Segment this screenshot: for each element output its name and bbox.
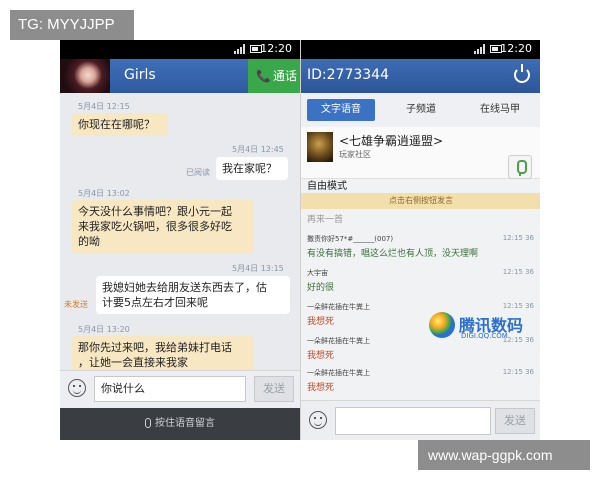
message-time: 12:15 36 <box>502 368 534 376</box>
logo-url: DIGI.QQ.COM <box>461 332 508 340</box>
mode-label: 自由模式 <box>307 181 347 192</box>
sender-name[interactable]: 一朵鲜花插在牛粪上 <box>307 336 370 346</box>
status-bar: 12:20 <box>60 40 300 59</box>
chat-message: 我想死 <box>307 317 335 327</box>
message-time: 5月4日 13:20 <box>78 325 130 334</box>
call-label: 通话 <box>272 69 297 83</box>
message-line: 今天没什么事情吧？跟小元一起 <box>78 205 232 218</box>
message-time: 5月4日 13:15 <box>232 264 284 273</box>
message-bubble-outgoing[interactable]: 我媳妇她去给朋友送东西去了，估 计要5点左右才回来呢 <box>96 276 290 314</box>
message-input-bar: 你说什么 发送 <box>60 370 300 408</box>
chat-message: 我想死 <box>307 383 335 393</box>
send-button[interactable]: 发送 <box>495 408 535 434</box>
room-name: <七雄争霸逍遥盟> <box>339 134 444 148</box>
status-time: 12:20 <box>260 42 292 55</box>
sender-name[interactable]: 撒责你好57*#______(007) <box>307 234 393 244</box>
sender-name[interactable]: 一朵鲜花插在牛粪上 <box>307 368 370 378</box>
message-time: 5月4日 13:02 <box>78 189 130 198</box>
left-phone-screen: 12:20 Girls 📞 通话 5月4日 12:15 你现在在哪呢？ 5月4日 … <box>60 40 300 440</box>
emoji-icon[interactable] <box>68 379 86 397</box>
watermark-top: TG: MYYJJPP <box>10 10 134 40</box>
message-line: ，让她一会直接来我家 <box>78 356 188 369</box>
send-button[interactable]: 发送 <box>254 376 294 402</box>
sender-name[interactable]: 大宇宙 <box>307 268 328 278</box>
right-phone-screen: 12:20 ID:2773344 文字语音 子频道 在线马甲 <七雄争霸逍遥盟>… <box>300 40 540 440</box>
unsent-status[interactable]: 未发送 <box>64 299 88 310</box>
message-line: 的呦 <box>78 235 100 248</box>
signal-icon <box>234 44 246 54</box>
message-bubble-incoming[interactable]: 今天没什么事情吧？跟小元一起 来我家吃火锅吧，很多很多好吃 的呦 <box>72 200 254 253</box>
message-bubble-incoming[interactable]: 你现在在哪呢？ <box>72 113 168 136</box>
channel-header: ID:2773344 <box>301 59 540 93</box>
chat-text-partial: 再来一首 <box>307 215 344 225</box>
tab-text-voice[interactable]: 文字语音 <box>307 99 375 121</box>
room-subtitle: 玩家社区 <box>339 150 371 159</box>
message-time: 12:15 36 <box>502 302 534 310</box>
microphone-button[interactable] <box>508 155 532 179</box>
signal-icon <box>474 44 486 54</box>
watermark-bottom: www.wap-ggpk.com <box>418 440 590 470</box>
microphone-icon <box>145 418 151 428</box>
channel-id: ID:2773344 <box>307 67 389 83</box>
chat-header: Girls 📞 通话 <box>60 59 300 93</box>
tencent-digital-logo: 腾讯数码 DIGI.QQ.COM <box>429 312 537 344</box>
power-icon[interactable] <box>514 64 530 83</box>
status-time: 12:20 <box>500 42 532 55</box>
message-time: 12:15 36 <box>502 234 534 242</box>
message-input[interactable] <box>335 407 491 435</box>
chat-title: Girls <box>124 67 156 83</box>
chat-message: 好的很 <box>307 283 335 293</box>
room-info: <七雄争霸逍遥盟> 玩家社区 <box>301 127 540 179</box>
message-line: 计要5点左右才回来呢 <box>102 296 208 309</box>
speak-hint-banner: 点击右侧按钮发言 <box>301 193 540 209</box>
voice-label: 按住语音留言 <box>155 418 215 429</box>
contact-avatar[interactable] <box>60 59 110 93</box>
room-avatar[interactable] <box>307 132 333 162</box>
message-input-bar: 发送 <box>301 400 540 440</box>
message-bubble-incoming[interactable]: 那你先过来吧，我给弟妹打电话 ，让她一会直接来我家 <box>72 336 254 374</box>
chat-message: 我想死 <box>307 351 335 361</box>
hold-to-talk-button[interactable]: 按住语音留言 <box>60 408 300 440</box>
tab-online-vest[interactable]: 在线马甲 <box>465 99 535 121</box>
emoji-icon[interactable] <box>309 411 327 429</box>
channel-tabs: 文字语音 子频道 在线马甲 <box>301 93 540 127</box>
phone-icon: 📞 <box>256 69 271 83</box>
chat-message: 有没有搞错，唱这么烂也有人顶，没天理啊 <box>307 249 479 259</box>
call-button[interactable]: 📞 通话 <box>248 59 300 93</box>
message-time: 5月4日 12:45 <box>232 145 284 154</box>
message-line: 我媳妇她去给朋友送东西去了，估 <box>102 281 267 294</box>
status-bar: 12:20 <box>301 40 540 59</box>
read-status: 已阅读 <box>186 168 210 177</box>
message-bubble-outgoing[interactable]: 我在家呢？ <box>216 157 288 180</box>
message-line: 来我家吃火锅吧，很多很多好吃 <box>78 220 232 233</box>
message-time: 12:15 36 <box>502 268 534 276</box>
tab-sub-channel[interactable]: 子频道 <box>391 99 451 121</box>
message-input[interactable]: 你说什么 <box>94 376 246 402</box>
message-time: 5月4日 12:15 <box>78 102 130 111</box>
message-line: 那你先过来吧，我给弟妹打电话 <box>78 341 232 354</box>
sender-name[interactable]: 一朵鲜花插在牛粪上 <box>307 302 370 312</box>
message-text: 你现在在哪呢？ <box>78 118 155 131</box>
message-text: 我在家呢？ <box>222 162 277 175</box>
logo-ball-icon <box>429 312 455 338</box>
